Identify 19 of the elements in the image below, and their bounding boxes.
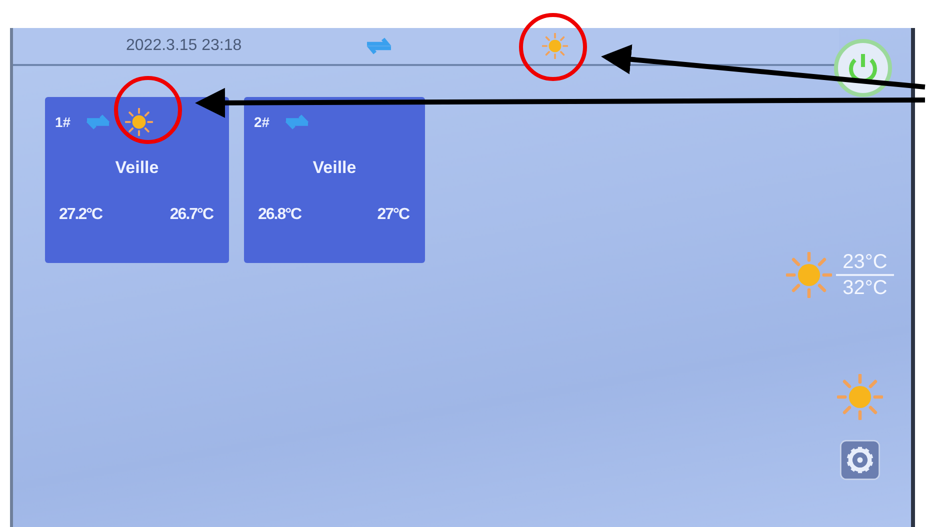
sun-icon [786, 252, 832, 298]
date-time: 2022.3.15 23:18 [126, 36, 243, 56]
unit-number: 1# [55, 112, 71, 132]
power-button[interactable] [833, 38, 893, 98]
unit-number: 2# [254, 112, 270, 132]
temperature-high: 32°C [842, 276, 888, 300]
sync-arrows-icon [284, 114, 310, 130]
temperature: 27.2°C [59, 204, 102, 224]
annotation-circle [519, 13, 587, 81]
sun-icon [837, 374, 883, 420]
temperature: 26.7°C [170, 204, 213, 224]
temperature: 27°C [377, 204, 409, 224]
temperature-low: 23°C [842, 250, 888, 274]
mode-label: Veille [114, 157, 160, 179]
settings-button[interactable] [840, 440, 880, 480]
sync-arrows-icon [84, 114, 111, 130]
temperature: 26.8°C [258, 204, 302, 224]
mode-label: Veille [312, 157, 358, 179]
annotation-circle [114, 76, 182, 144]
